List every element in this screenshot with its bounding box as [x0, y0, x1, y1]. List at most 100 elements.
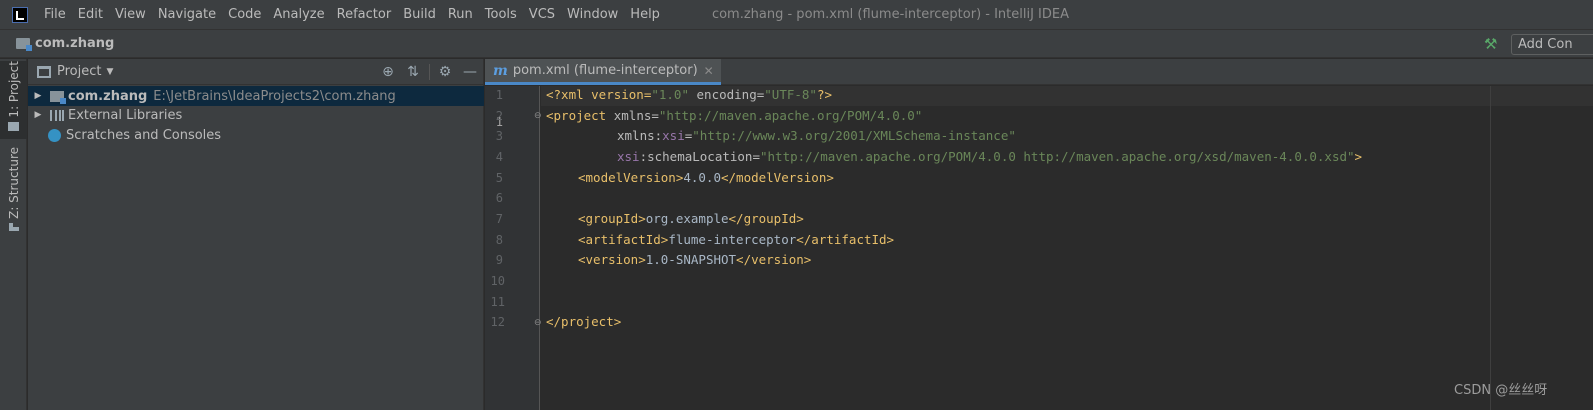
- library-icon: [50, 109, 64, 121]
- tool-tab-project[interactable]: 1: Project: [0, 61, 27, 139]
- window-title: com.zhang - pom.xml (flume-interceptor) …: [711, 7, 1070, 22]
- code-token: "UTF-8": [764, 87, 817, 102]
- menu-window[interactable]: Window: [561, 7, 624, 22]
- code-line-7[interactable]: <groupId>org.example</groupId>: [578, 209, 804, 229]
- code-line-3[interactable]: xmlns:xsi="http://www.w3.org/2001/XMLSch…: [617, 126, 1016, 146]
- editor-tab-pom[interactable]: m pom.xml (flume-interceptor) ✕: [485, 59, 721, 85]
- project-panel-header: Project ▼ ⊕ ⇅ ⚙ —: [28, 59, 483, 85]
- editor-area: m pom.xml (flume-interceptor) ✕ 1 1 2 3 …: [485, 59, 1593, 410]
- menu-code[interactable]: Code: [222, 7, 267, 22]
- code-token: <project: [546, 108, 607, 123]
- code-token: "http://maven.apache.org/POM/4.0.0": [658, 108, 923, 123]
- code-token: >: [1354, 149, 1363, 164]
- gear-icon[interactable]: ⚙: [436, 63, 454, 81]
- menu-bar: File Edit View Navigate Code Analyze Ref…: [0, 0, 1593, 30]
- menu-run[interactable]: Run: [442, 7, 479, 22]
- minimize-icon[interactable]: —: [461, 63, 479, 81]
- line-number: 8: [495, 233, 503, 247]
- code-token: </project>: [546, 314, 622, 329]
- code-token: 4.0.0: [683, 170, 721, 185]
- code-line-5[interactable]: <modelVersion>4.0.0</modelVersion>: [578, 168, 834, 188]
- code-token: :schemaLocation=: [639, 149, 760, 164]
- right-margin-guide: [1490, 86, 1491, 410]
- code-token: xmlns=: [606, 108, 659, 123]
- code-token: <artifactId>: [578, 232, 669, 247]
- scratches-icon: [48, 128, 61, 142]
- expand-arrow-icon[interactable]: ▶: [32, 91, 44, 101]
- folder-icon: [8, 121, 19, 131]
- editor-tab-bar: m pom.xml (flume-interceptor) ✕: [485, 59, 1593, 85]
- collapse-all-icon[interactable]: ⇅: [404, 63, 422, 81]
- watermark-text: CSDN @丝丝呀: [1454, 383, 1548, 398]
- project-tool-window: Project ▼ ⊕ ⇅ ⚙ — ▶ com.zhang E:\JetBrai…: [28, 59, 484, 410]
- window-icon: [37, 65, 51, 78]
- left-tool-strip: 1: Project Z: Structure: [0, 59, 27, 410]
- code-token: </version>: [736, 252, 812, 267]
- line-number: 2: [495, 109, 503, 123]
- tree-item-label: com.zhang: [68, 88, 148, 104]
- tool-tab-structure[interactable]: Z: Structure: [0, 147, 27, 231]
- code-token: <version>: [578, 252, 646, 267]
- code-token: ?>: [816, 87, 833, 102]
- navigation-bar: com.zhang ⚒ Add Con: [0, 30, 1593, 58]
- hammer-build-icon[interactable]: ⚒: [1484, 36, 1500, 52]
- header-divider: [429, 64, 430, 80]
- code-token: xsi: [617, 149, 640, 164]
- module-folder-icon: [50, 90, 66, 104]
- line-number: 3: [495, 129, 503, 143]
- maven-icon: m: [493, 62, 508, 79]
- tree-item-external-libraries[interactable]: ▶ External Libraries: [28, 105, 484, 125]
- menu-vcs[interactable]: VCS: [523, 7, 561, 22]
- tool-tab-structure-label: Z: Structure: [6, 147, 21, 219]
- code-line-2[interactable]: <project xmlns="http://maven.apache.org/…: [546, 106, 922, 126]
- code-line-12[interactable]: </project>: [546, 312, 621, 332]
- menu-analyze[interactable]: Analyze: [267, 7, 330, 22]
- fold-marker-icon[interactable]: ⊖: [534, 318, 542, 328]
- line-number: 4: [495, 150, 503, 164]
- line-number: 12: [490, 315, 505, 329]
- code-line-9[interactable]: <version>1.0-SNAPSHOT</version>: [578, 250, 811, 270]
- code-line-1[interactable]: <?xml version="1.0" encoding="UTF-8"?>: [546, 85, 832, 105]
- menu-file[interactable]: File: [38, 7, 72, 22]
- code-token: </groupId>: [728, 211, 804, 226]
- menu-refactor[interactable]: Refactor: [331, 7, 398, 22]
- code-token: xsi: [662, 128, 685, 143]
- locate-target-icon[interactable]: ⊕: [379, 63, 397, 81]
- menu-build[interactable]: Build: [397, 7, 442, 22]
- intellij-logo-icon: [12, 6, 28, 23]
- code-line-8[interactable]: <artifactId>flume-interceptor</artifactI…: [578, 230, 894, 250]
- tree-item-path: E:\JetBrains\IdeaProjects2\com.zhang: [153, 88, 396, 104]
- code-token: flume-interceptor: [668, 232, 797, 247]
- menu-view[interactable]: View: [109, 7, 152, 22]
- tab-label: pom.xml (flume-interceptor): [512, 63, 698, 78]
- project-folder-icon: [16, 38, 32, 51]
- expand-arrow-icon[interactable]: ▶: [32, 110, 44, 120]
- tree-item-project-root[interactable]: ▶ com.zhang E:\JetBrains\IdeaProjects2\c…: [28, 86, 484, 106]
- code-line-4[interactable]: xsi:schemaLocation="http://maven.apache.…: [617, 147, 1362, 167]
- tool-tab-project-label: 1: Project: [6, 61, 21, 118]
- menu-edit[interactable]: Edit: [72, 7, 109, 22]
- code-token: xmlns:: [617, 128, 663, 143]
- fold-marker-icon[interactable]: ⊖: [534, 111, 542, 121]
- menu-navigate[interactable]: Navigate: [152, 7, 222, 22]
- line-number: 7: [495, 212, 503, 226]
- breadcrumb-project[interactable]: com.zhang: [35, 36, 114, 51]
- code-token: 1.0-SNAPSHOT: [645, 252, 737, 267]
- code-token: </artifactId>: [796, 232, 895, 247]
- code-token: <groupId>: [578, 211, 646, 226]
- close-icon[interactable]: ✕: [704, 64, 714, 78]
- code-token: "http://maven.apache.org/POM/4.0.0 http:…: [760, 149, 1355, 164]
- menu-help[interactable]: Help: [624, 7, 666, 22]
- code-token: "1.0": [651, 87, 689, 102]
- line-number: 6: [495, 191, 503, 205]
- project-view-selector[interactable]: Project: [57, 64, 101, 79]
- code-token: "http://www.w3.org/2001/XMLSchema-instan…: [692, 128, 1016, 143]
- line-number: 1: [495, 88, 503, 102]
- tree-item-label: External Libraries: [68, 107, 183, 123]
- line-number: 5: [495, 171, 503, 185]
- menu-tools[interactable]: Tools: [479, 7, 523, 22]
- add-configuration-button[interactable]: Add Con: [1511, 34, 1593, 55]
- code-token: org.example: [645, 211, 729, 226]
- tree-item-scratches[interactable]: ▶ Scratches and Consoles: [28, 125, 484, 145]
- chevron-down-icon[interactable]: ▼: [106, 67, 113, 77]
